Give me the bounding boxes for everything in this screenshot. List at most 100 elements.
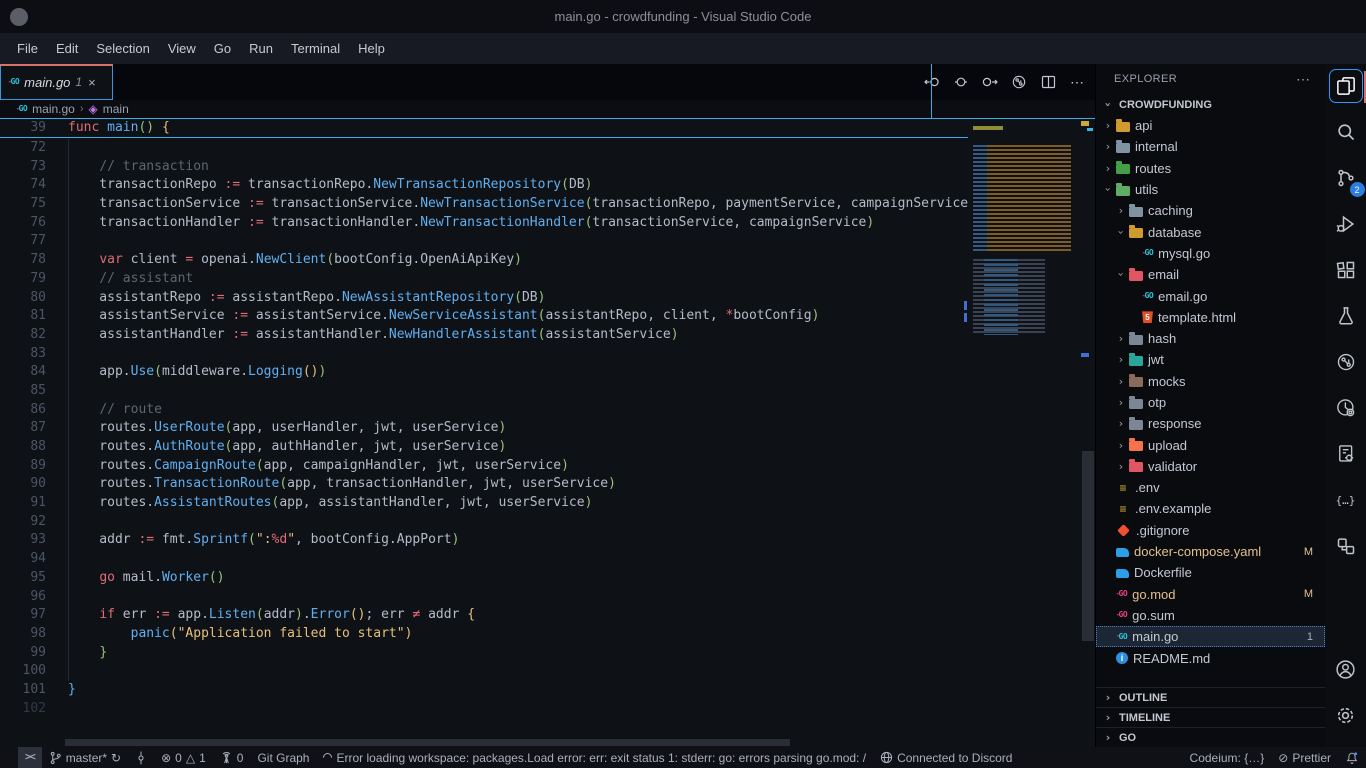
status-bar: ><master*↻ ⊗0△10Git GraphError loading wo…: [0, 747, 1366, 768]
workspace-error[interactable]: Error loading workspace: packages.Load e…: [316, 747, 873, 768]
menu-item-file[interactable]: File: [8, 37, 47, 60]
testing-icon[interactable]: [1330, 300, 1362, 332]
prettier-status[interactable]: ⊘Prettier: [1271, 747, 1338, 768]
tree-item-label: go.mod: [1132, 587, 1175, 602]
current-change-icon[interactable]: [951, 72, 971, 92]
code-line-101: 101}: [0, 681, 968, 700]
tree-item-response[interactable]: ›response: [1096, 413, 1325, 434]
file-tree: ›api›internal › routes ›utils›caching›datab…: [1096, 115, 1325, 669]
run-debug-icon[interactable]: [1330, 208, 1362, 240]
section-go[interactable]: ›GO: [1096, 727, 1325, 747]
tab-main-go[interactable]: GO main.go 1 ×: [0, 64, 113, 100]
code-line-92: 92: [0, 513, 968, 532]
code-line-72: 72: [0, 139, 968, 158]
tree-item-database[interactable]: ›database: [1096, 221, 1325, 242]
menu-item-view[interactable]: View: [159, 37, 205, 60]
tree-item-main.go[interactable]: GOmain.go1: [1096, 626, 1325, 647]
notifications[interactable]: [1338, 747, 1366, 768]
tree-item-email.go[interactable]: GOemail.go: [1096, 285, 1325, 306]
code-editor[interactable]: 39func main() { 7273 // transaction74 tr…: [0, 118, 1095, 747]
go-file-icon: GO: [1116, 590, 1127, 598]
vertical-scrollbar[interactable]: [1082, 451, 1094, 641]
split-editor-icon[interactable]: [1038, 72, 1058, 92]
bell-icon: [1345, 751, 1359, 765]
overview-marker-yellow: [1081, 121, 1089, 126]
tree-item-otp[interactable]: ›otp: [1096, 392, 1325, 413]
minimap[interactable]: [968, 119, 1080, 747]
section-outline[interactable]: ›OUTLINE: [1096, 687, 1325, 707]
git-graph-view-icon[interactable]: [1009, 72, 1029, 92]
tree-item-routes[interactable]: › routes: [1096, 158, 1325, 179]
menu-item-terminal[interactable]: Terminal: [282, 37, 349, 60]
section-crowdfunding[interactable]: › CROWDFUNDING: [1096, 94, 1325, 115]
tree-item-api[interactable]: ›api: [1096, 115, 1325, 136]
code-lines[interactable]: 7273 // transaction74 transactionRepo :=…: [0, 139, 968, 718]
codeium-status[interactable]: Codeium: {…}: [1183, 747, 1272, 768]
remote-explorer-icon[interactable]: [1330, 530, 1362, 562]
chevron-right-icon: ›: [1113, 417, 1129, 430]
tree-item-utils[interactable]: ›utils: [1096, 179, 1325, 200]
discord-status[interactable]: Connected to Discord: [873, 747, 1019, 768]
folder-icon: [1129, 462, 1143, 472]
tree-item-validator[interactable]: ›validator: [1096, 456, 1325, 477]
tree-item-.env[interactable]: ≡.env: [1096, 477, 1325, 498]
tree-item-mocks[interactable]: ›mocks: [1096, 371, 1325, 392]
sticky-scroll-line[interactable]: 39func main() {: [0, 119, 968, 138]
tree-item-README.md[interactable]: iREADME.md: [1096, 647, 1325, 668]
menu-item-go[interactable]: Go: [205, 37, 240, 60]
section-timeline[interactable]: ›TIMELINE: [1096, 707, 1325, 727]
git-commit-action[interactable]: [128, 747, 154, 768]
breadcrumb-file[interactable]: main.go: [32, 102, 75, 116]
menu-item-selection[interactable]: Selection: [87, 37, 158, 60]
overview-marker-blue: [1081, 353, 1089, 357]
gitlens-icon[interactable]: [1330, 392, 1362, 424]
problems[interactable]: ⊗0△1: [154, 747, 213, 768]
extensions-icon[interactable]: [1330, 254, 1362, 286]
account-icon[interactable]: [1330, 653, 1362, 685]
remote-indicator[interactable]: ><: [18, 747, 42, 768]
next-change-icon[interactable]: [980, 72, 1000, 92]
code-line-77: 77: [0, 232, 968, 251]
breadcrumb-symbol[interactable]: main: [103, 102, 129, 116]
tree-item-upload[interactable]: ›upload: [1096, 434, 1325, 455]
more-actions-icon[interactable]: ⋯: [1067, 72, 1087, 92]
tree-item-label: routes: [1135, 161, 1171, 176]
tree-item-.env.example[interactable]: ≡.env.example: [1096, 498, 1325, 519]
tree-item-go.sum[interactable]: GOgo.sum: [1096, 605, 1325, 626]
tree-item-go.mod[interactable]: GOgo.modM: [1096, 584, 1325, 605]
tree-item-mysql.go[interactable]: GOmysql.go: [1096, 243, 1325, 264]
settings-gear-icon[interactable]: [1330, 699, 1362, 731]
source-control-icon[interactable]: 2: [1330, 162, 1362, 194]
chevron-right-icon: ›: [1100, 162, 1116, 175]
ports[interactable]: 0: [213, 747, 251, 768]
git-graph-icon[interactable]: [1330, 346, 1362, 378]
globe-icon: [880, 751, 893, 764]
previous-change-icon[interactable]: [922, 72, 942, 92]
chevron-right-icon: ›: [1100, 711, 1116, 724]
tree-item-email[interactable]: ›email: [1096, 264, 1325, 285]
menu-item-help[interactable]: Help: [349, 37, 394, 60]
code-line-76: 76 transactionHandler := transactionHand…: [0, 214, 968, 233]
menu-item-edit[interactable]: Edit: [47, 37, 87, 60]
tree-item-jwt[interactable]: ›jwt: [1096, 349, 1325, 370]
tree-item-Dockerfile[interactable]: Dockerfile: [1096, 562, 1325, 583]
chevron-right-icon: ›: [1113, 332, 1129, 345]
code-line-97: 97 if err := app.Listen(addr).Error(); e…: [0, 606, 968, 625]
chevron-right-icon: ›: [1113, 204, 1129, 217]
explorer-more-actions-icon[interactable]: ⋯: [1296, 71, 1311, 88]
tree-item-template.html[interactable]: 5template.html: [1096, 307, 1325, 328]
tree-item-hash[interactable]: ›hash: [1096, 328, 1325, 349]
tree-item-docker-compose.yaml[interactable]: docker-compose.yamlM: [1096, 541, 1325, 562]
horizontal-scrollbar[interactable]: [65, 739, 790, 746]
search-icon[interactable]: [1330, 116, 1362, 148]
tree-item-caching[interactable]: ›caching: [1096, 200, 1325, 221]
git-graph[interactable]: Git Graph: [250, 747, 316, 768]
tree-item-.gitignore[interactable]: .gitignore: [1096, 520, 1325, 541]
menu-item-run[interactable]: Run: [240, 37, 282, 60]
tab-close-icon[interactable]: ×: [88, 75, 96, 90]
codeium-icon[interactable]: {…}: [1330, 484, 1362, 516]
git-branch[interactable]: master*↻: [42, 747, 128, 768]
code-runner-icon[interactable]: [1330, 438, 1362, 470]
tree-item-internal[interactable]: ›internal: [1096, 136, 1325, 157]
explorer-icon[interactable]: [1330, 70, 1362, 102]
